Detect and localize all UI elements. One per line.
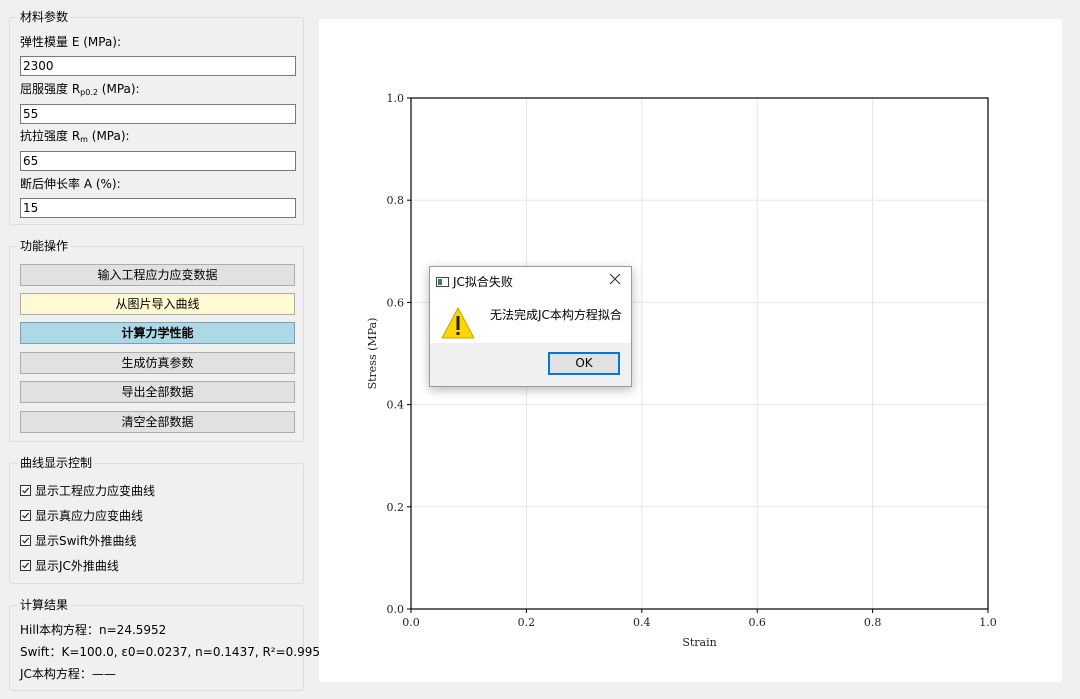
tensile-label-prefix: 抗拉强度 R xyxy=(20,129,81,143)
x-tick-label: 0.6 xyxy=(748,616,766,629)
checkbox-engineering-curve[interactable]: 显示工程应力应变曲线 xyxy=(20,483,155,499)
checkbox-label: 显示工程应力应变曲线 xyxy=(35,484,156,498)
y-tick-label: 0.4 xyxy=(387,399,405,412)
app-icon xyxy=(436,277,449,287)
modulus-input[interactable]: 2300 xyxy=(20,56,296,76)
checkbox-icon[interactable] xyxy=(20,560,31,571)
dialog-title: JC拟合失败 xyxy=(453,275,513,289)
close-icon[interactable] xyxy=(608,272,622,286)
tensile-strength-label: 抗拉强度 Rm (MPa): xyxy=(20,128,130,144)
functions-group: 功能操作 输入工程应力应变数据 从图片导入曲线 计算力学性能 生成仿真参数 导出… xyxy=(9,238,304,442)
material-params-group: 材料参数 弹性模量 E (MPa): 2300 屈服强度 Rp0.2 (MPa)… xyxy=(9,9,304,225)
tensile-strength-input[interactable]: 65 xyxy=(20,151,296,171)
checkbox-swift-curve[interactable]: 显示Swift外推曲线 xyxy=(20,533,137,549)
warning-icon xyxy=(441,307,475,339)
checkbox-icon[interactable] xyxy=(20,535,31,546)
yield-strength-input[interactable]: 55 xyxy=(20,104,296,124)
x-tick-label: 0.4 xyxy=(633,616,651,629)
checkbox-true-curve[interactable]: 显示真应力应变曲线 xyxy=(20,508,143,524)
modulus-label: 弹性模量 E (MPa): xyxy=(20,35,122,49)
curve-control-group: 曲线显示控制 显示工程应力应变曲线 显示真应力应变曲线 显示Swift外推曲线 … xyxy=(9,455,304,584)
yield-label-suffix: (MPa): xyxy=(97,82,140,96)
x-tick-label: 0.0 xyxy=(402,616,420,629)
x-tick-label: 1.0 xyxy=(979,616,997,629)
y-tick-label: 0.0 xyxy=(387,603,405,616)
curve-control-title: 曲线显示控制 xyxy=(17,455,96,471)
checkbox-label: 显示真应力应变曲线 xyxy=(35,509,144,523)
results-title: 计算结果 xyxy=(17,597,72,613)
generate-simulation-params-button[interactable]: 生成仿真参数 xyxy=(20,352,295,374)
x-tick-label: 0.8 xyxy=(864,616,882,629)
y-tick-label: 0.6 xyxy=(387,296,405,309)
x-axis-label: Strain xyxy=(682,636,716,649)
import-from-image-button[interactable]: 从图片导入曲线 xyxy=(20,293,295,315)
yield-strength-label: 屈服强度 Rp0.2 (MPa): xyxy=(20,81,140,97)
functions-title: 功能操作 xyxy=(17,238,72,254)
elongation-input[interactable]: 15 xyxy=(20,198,296,218)
x-tick-label: 0.2 xyxy=(518,616,536,629)
yield-label-prefix: 屈服强度 R xyxy=(20,82,81,96)
y-tick-label: 0.8 xyxy=(387,194,405,207)
hill-result: Hill本构方程：n=24.5952 xyxy=(20,623,167,637)
ok-button[interactable]: OK xyxy=(548,352,620,375)
checkbox-label: 显示Swift外推曲线 xyxy=(35,534,137,548)
jc-fit-failed-dialog: JC拟合失败 无法完成JC本构方程拟合 OK xyxy=(429,266,632,387)
jc-result: JC本构方程：—— xyxy=(20,667,116,681)
tensile-label-sub: m xyxy=(80,135,88,144)
swift-result: Swift：K=100.0, ε0=0.0237, n=0.1437, R²=0… xyxy=(20,645,328,659)
y-axis-label: Stress (MPa) xyxy=(366,318,379,390)
elongation-label: 断后伸长率 A (%): xyxy=(20,177,121,191)
checkbox-icon[interactable] xyxy=(20,510,31,521)
dialog-title-bar: JC拟合失败 xyxy=(436,274,513,290)
checkbox-icon[interactable] xyxy=(20,485,31,496)
input-engineering-data-button[interactable]: 输入工程应力应变数据 xyxy=(20,264,295,286)
dialog-footer: OK xyxy=(430,343,631,386)
clear-all-data-button[interactable]: 清空全部数据 xyxy=(20,411,295,433)
material-params-title: 材料参数 xyxy=(17,9,72,25)
yield-label-sub: p0.2 xyxy=(80,88,98,97)
export-all-data-button[interactable]: 导出全部数据 xyxy=(20,381,295,403)
tensile-label-suffix: (MPa): xyxy=(87,129,130,143)
checkbox-label: 显示JC外推曲线 xyxy=(35,559,119,573)
y-tick-label: 1.0 xyxy=(387,92,405,105)
results-group: 计算结果 Hill本构方程：n=24.5952 Swift：K=100.0, ε… xyxy=(9,597,328,691)
checkbox-jc-curve[interactable]: 显示JC外推曲线 xyxy=(20,558,119,574)
dialog-message: 无法完成JC本构方程拟合 xyxy=(490,308,622,322)
calculate-properties-button[interactable]: 计算力学性能 xyxy=(20,322,295,344)
y-tick-label: 0.2 xyxy=(387,501,405,514)
